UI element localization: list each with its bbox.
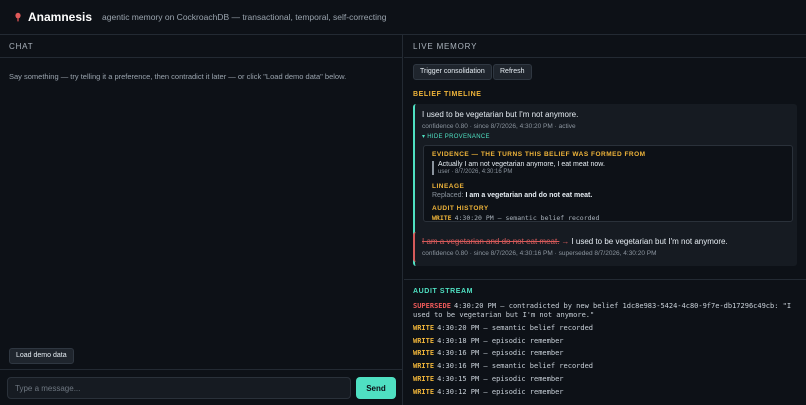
evidence-heading: EVIDENCE — THE TURNS THIS BELIEF WAS FOR…	[432, 151, 646, 158]
belief-meta: confidence 0.80 · since 8/7/2026, 4:30:2…	[422, 123, 576, 130]
chat-panel: CHAT Say something — try telling it a pr…	[0, 35, 403, 405]
audit-stream-kind: WRITE	[413, 336, 435, 345]
audit-stream-kind: SUPERSEDE	[413, 302, 451, 310]
audit-stream-kind: WRITE	[413, 323, 435, 332]
app-title: Anamnesis	[28, 10, 93, 24]
chat-heading: CHAT	[0, 35, 402, 58]
memory-heading: LIVE MEMORY	[404, 35, 806, 58]
audit-stream: SUPERSEDE 4:30:20 PM — contradicted by ne…	[413, 302, 798, 401]
trigger-consolidation-button[interactable]: Trigger consolidation	[413, 64, 492, 80]
lineage-value: I am a vegetarian and do not eat meat.	[465, 192, 593, 199]
audit-stream-row: WRITE 4:30:20 PM — semantic belief record…	[413, 324, 798, 333]
audit-stream-row: WRITE 4:30:12 PM — episodic remember	[413, 388, 798, 397]
arrow-right-icon: →	[561, 237, 570, 246]
section-divider	[404, 279, 806, 280]
audit-stream-row: WRITE 4:30:15 PM — episodic remember	[413, 375, 798, 384]
audit-stream-kind: WRITE	[413, 374, 435, 383]
message-input[interactable]	[7, 377, 351, 399]
audit-stream-row: WRITE 4:30:18 PM — episodic remember	[413, 337, 798, 346]
evidence-meta: user · 8/7/2026, 4:30:16 PM	[438, 169, 513, 175]
evidence-quote: Actually I am not vegetarian anymore, I …	[432, 161, 605, 175]
superseded-meta: confidence 0.80 · since 8/7/2026, 4:30:1…	[422, 250, 657, 257]
load-demo-button[interactable]: Load demo data	[9, 348, 74, 364]
audit-stream-text: 4:30:20 PM — contradicted by new belief …	[413, 302, 792, 319]
lineage-label: Replaced:	[432, 192, 464, 199]
lineage-heading: LINEAGE	[432, 183, 465, 190]
superseded-belief-text: I am a vegetarian and do not eat meat. → I…	[422, 237, 728, 246]
refresh-button[interactable]: Refresh	[493, 64, 532, 80]
brain-icon	[15, 12, 21, 22]
audit-stream-text: 4:30:16 PM — episodic remember	[437, 349, 564, 358]
belief-text: I used to be vegetarian but I'm not anym…	[422, 110, 579, 119]
audit-stream-text: 4:30:12 PM — episodic remember	[437, 387, 564, 396]
new-belief-text: I used to be vegetarian but I'm not anym…	[571, 237, 728, 246]
audit-stream-row: WRITE 4:30:16 PM — semantic belief record…	[413, 362, 798, 371]
old-belief-text: I am a vegetarian and do not eat meat.	[422, 237, 560, 246]
audit-text: 4:30:20 PM — semantic belief recorded	[454, 214, 600, 222]
audit-kind: WRITE	[432, 214, 452, 222]
audit-stream-kind: WRITE	[413, 349, 435, 358]
belief-card-superseded: I am a vegetarian and do not eat meat. → I…	[413, 232, 797, 262]
evidence-text: Actually I am not vegetarian anymore, I …	[438, 161, 605, 168]
audit-history-heading: AUDIT HISTORY	[432, 205, 489, 212]
provenance-panel: EVIDENCE — THE TURNS THIS BELIEF WAS FOR…	[423, 145, 793, 222]
audit-stream-text: 4:30:16 PM — semantic belief recorded	[437, 362, 594, 371]
audit-stream-text: 4:30:15 PM — episodic remember	[437, 374, 564, 383]
memory-panel: LIVE MEMORY Trigger consolidation Refres…	[404, 35, 806, 405]
app-subtitle: agentic memory on CockroachDB — transact…	[102, 12, 387, 22]
belief-timeline-heading: BELIEF TIMELINE	[413, 91, 482, 98]
lineage-row: Replaced: I am a vegetarian and do not e…	[432, 192, 592, 199]
send-button[interactable]: Send	[356, 377, 396, 399]
audit-stream-heading: AUDIT STREAM	[413, 288, 474, 295]
audit-stream-row: WRITE 4:30:16 PM — episodic remember	[413, 349, 798, 358]
message-composer: Send	[0, 369, 402, 405]
audit-stream-kind: WRITE	[413, 387, 435, 396]
audit-stream-text: 4:30:18 PM — episodic remember	[437, 336, 564, 345]
audit-stream-text: 4:30:20 PM — semantic belief recorded	[437, 323, 594, 332]
audit-stream-kind: WRITE	[413, 362, 435, 371]
hide-provenance-toggle[interactable]: ▾ HIDE PROVENANCE	[422, 133, 490, 140]
audit-history-row: WRITE 4:30:20 PM — semantic belief record…	[432, 214, 599, 222]
chat-hint: Say something — try telling it a prefere…	[9, 72, 347, 81]
audit-stream-row: SUPERSEDE 4:30:20 PM — contradicted by ne…	[413, 302, 798, 320]
app-header: Anamnesis agentic memory on CockroachDB …	[0, 0, 806, 35]
